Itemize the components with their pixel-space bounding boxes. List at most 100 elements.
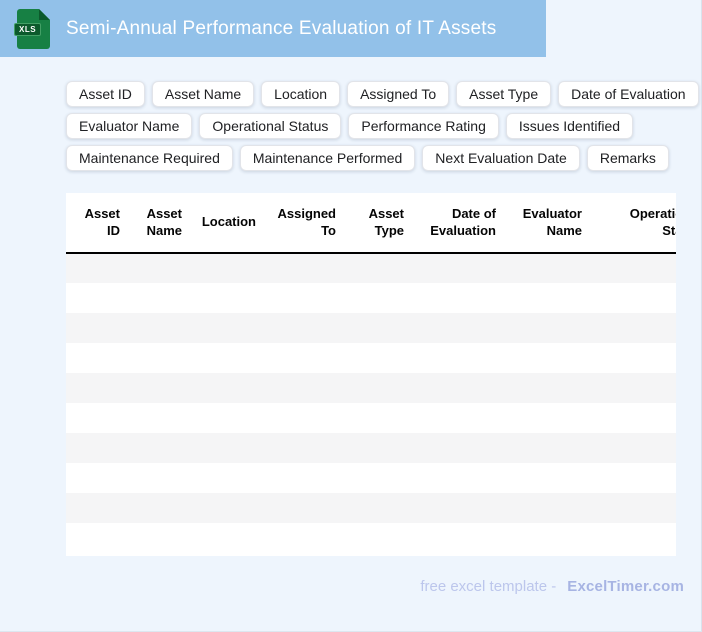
table-cell[interactable] bbox=[188, 253, 262, 283]
table-cell[interactable] bbox=[588, 523, 676, 553]
table-cell[interactable] bbox=[410, 373, 502, 403]
table-cell[interactable] bbox=[342, 493, 410, 523]
table-cell[interactable] bbox=[66, 343, 126, 373]
table-cell[interactable] bbox=[410, 523, 502, 553]
table-cell[interactable] bbox=[410, 343, 502, 373]
table-cell[interactable] bbox=[66, 433, 126, 463]
table-cell[interactable] bbox=[66, 313, 126, 343]
table-cell[interactable] bbox=[410, 403, 502, 433]
table-cell[interactable] bbox=[588, 313, 676, 343]
table-cell[interactable] bbox=[126, 283, 188, 313]
field-chip-maintenance-performed[interactable]: Maintenance Performed bbox=[239, 145, 416, 171]
table-cell[interactable] bbox=[66, 373, 126, 403]
table-cell[interactable] bbox=[410, 283, 502, 313]
field-chip-assigned-to[interactable]: Assigned To bbox=[347, 81, 450, 107]
col-header-date-of-evaluation[interactable]: Date of Evaluation bbox=[410, 193, 502, 254]
table-cell[interactable] bbox=[126, 373, 188, 403]
table-cell[interactable] bbox=[410, 433, 502, 463]
field-chip-asset-id[interactable]: Asset ID bbox=[66, 81, 145, 107]
field-chip-date-of-evaluation[interactable]: Date of Evaluation bbox=[558, 81, 699, 107]
table-cell[interactable] bbox=[188, 523, 262, 553]
table-cell[interactable] bbox=[126, 463, 188, 493]
table-cell[interactable] bbox=[66, 283, 126, 313]
table-cell[interactable] bbox=[342, 253, 410, 283]
field-chip-asset-name[interactable]: Asset Name bbox=[151, 81, 255, 107]
table-cell[interactable] bbox=[502, 283, 588, 313]
table-cell[interactable] bbox=[588, 343, 676, 373]
table-cell[interactable] bbox=[588, 433, 676, 463]
table-cell[interactable] bbox=[588, 463, 676, 493]
field-chip-performance-rating[interactable]: Performance Rating bbox=[348, 113, 499, 139]
table-cell[interactable] bbox=[188, 313, 262, 343]
table-cell[interactable] bbox=[342, 523, 410, 553]
col-header-assigned-to[interactable]: Assigned To bbox=[262, 193, 342, 254]
table-cell[interactable] bbox=[262, 373, 342, 403]
table-cell[interactable] bbox=[126, 403, 188, 433]
col-header-asset-id[interactable]: Asset ID bbox=[66, 193, 126, 254]
table-cell[interactable] bbox=[66, 253, 126, 283]
field-chip-remarks[interactable]: Remarks bbox=[586, 145, 669, 171]
table-cell[interactable] bbox=[188, 403, 262, 433]
table-cell[interactable] bbox=[410, 313, 502, 343]
table-cell[interactable] bbox=[342, 343, 410, 373]
table-cell[interactable] bbox=[262, 253, 342, 283]
table-cell[interactable] bbox=[188, 493, 262, 523]
table-cell[interactable] bbox=[588, 283, 676, 313]
table-cell[interactable] bbox=[502, 523, 588, 553]
table-cell[interactable] bbox=[126, 433, 188, 463]
footer-brand-link[interactable]: ExcelTimer.com bbox=[567, 578, 684, 595]
col-header-asset-name[interactable]: Asset Name bbox=[126, 193, 188, 254]
table-cell[interactable] bbox=[126, 253, 188, 283]
table-cell[interactable] bbox=[588, 403, 676, 433]
field-chip-evaluator-name[interactable]: Evaluator Name bbox=[66, 113, 193, 139]
table-cell[interactable] bbox=[188, 283, 262, 313]
table-cell[interactable] bbox=[66, 493, 126, 523]
table-cell[interactable] bbox=[588, 373, 676, 403]
col-header-asset-type[interactable]: Asset Type bbox=[342, 193, 410, 254]
col-header-location[interactable]: Location bbox=[188, 193, 262, 254]
table-cell[interactable] bbox=[502, 403, 588, 433]
table-cell[interactable] bbox=[342, 283, 410, 313]
table-cell[interactable] bbox=[410, 463, 502, 493]
field-chip-next-evaluation-date[interactable]: Next Evaluation Date bbox=[422, 145, 580, 171]
field-chip-maintenance-required[interactable]: Maintenance Required bbox=[66, 145, 233, 171]
table-cell[interactable] bbox=[126, 343, 188, 373]
table-cell[interactable] bbox=[588, 253, 676, 283]
table-cell[interactable] bbox=[66, 523, 126, 553]
table-cell[interactable] bbox=[502, 433, 588, 463]
table-cell[interactable] bbox=[410, 493, 502, 523]
table-cell[interactable] bbox=[502, 313, 588, 343]
table-cell[interactable] bbox=[502, 373, 588, 403]
table-cell[interactable] bbox=[262, 463, 342, 493]
table-cell[interactable] bbox=[502, 253, 588, 283]
field-chip-location[interactable]: Location bbox=[261, 81, 341, 107]
table-cell[interactable] bbox=[502, 463, 588, 493]
col-header-evaluator-name[interactable]: Evaluator Name bbox=[502, 193, 588, 254]
table-cell[interactable] bbox=[126, 313, 188, 343]
table-cell[interactable] bbox=[188, 463, 262, 493]
table-cell[interactable] bbox=[410, 253, 502, 283]
table-cell[interactable] bbox=[188, 433, 262, 463]
table-cell[interactable] bbox=[262, 343, 342, 373]
table-cell[interactable] bbox=[342, 403, 410, 433]
field-chip-issues-identified[interactable]: Issues Identified bbox=[505, 113, 634, 139]
table-cell[interactable] bbox=[342, 463, 410, 493]
field-chip-operational-status[interactable]: Operational Status bbox=[199, 113, 342, 139]
table-cell[interactable] bbox=[342, 313, 410, 343]
table-cell[interactable] bbox=[262, 493, 342, 523]
table-cell[interactable] bbox=[126, 523, 188, 553]
table-cell[interactable] bbox=[502, 493, 588, 523]
table-cell[interactable] bbox=[262, 433, 342, 463]
table-cell[interactable] bbox=[262, 283, 342, 313]
table-cell[interactable] bbox=[342, 433, 410, 463]
table-cell[interactable] bbox=[262, 403, 342, 433]
col-header-operational-status[interactable]: Operational Status bbox=[588, 193, 676, 254]
table-cell[interactable] bbox=[588, 493, 676, 523]
table-cell[interactable] bbox=[262, 523, 342, 553]
table-cell[interactable] bbox=[188, 343, 262, 373]
table-cell[interactable] bbox=[126, 493, 188, 523]
table-cell[interactable] bbox=[502, 343, 588, 373]
table-cell[interactable] bbox=[342, 373, 410, 403]
table-cell[interactable] bbox=[66, 463, 126, 493]
field-chip-asset-type[interactable]: Asset Type bbox=[456, 81, 552, 107]
